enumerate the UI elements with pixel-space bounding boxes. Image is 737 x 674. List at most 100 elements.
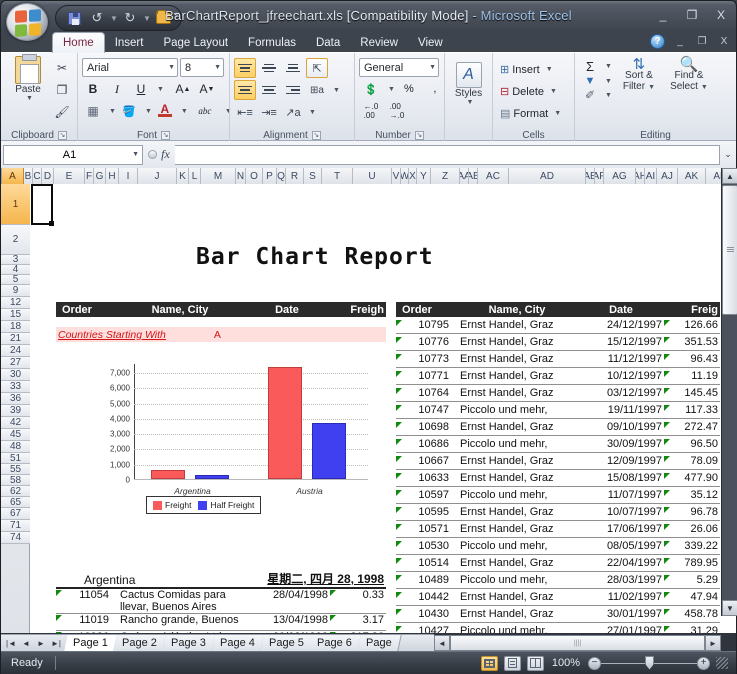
table-row[interactable]: 11054 Cactus Comidas para llevar, Buenos A… xyxy=(56,589,386,614)
font-size-combo[interactable]: 8 ▼ xyxy=(180,58,224,77)
column-header-ah[interactable]: AH xyxy=(636,168,645,184)
tab-review[interactable]: Review xyxy=(350,32,408,53)
table-row[interactable]: 10571 Ernst Handel, Graz 17/06/1997 26.06 xyxy=(396,521,720,538)
column-header-g[interactable]: G xyxy=(94,168,106,184)
bold-button[interactable]: B xyxy=(82,79,104,99)
table-row[interactable]: 10597 Piccolo und mehr, 11/07/1997 35.12 xyxy=(396,487,720,504)
decrease-indent-button[interactable]: ⇤≡ xyxy=(234,102,256,122)
maximize-button[interactable]: ❐ xyxy=(682,6,702,24)
column-header-c[interactable]: C xyxy=(33,168,42,184)
tab-view[interactable]: View xyxy=(408,32,453,53)
row-header-15[interactable]: 15 xyxy=(1,309,30,321)
sheet-tab-page-2[interactable]: Page 2 xyxy=(113,635,167,651)
row-header-58[interactable]: 58 xyxy=(1,475,30,486)
row-header-74[interactable]: 74 xyxy=(1,532,30,544)
column-header-ag[interactable]: AG xyxy=(604,168,636,184)
insert-function-icon[interactable]: fx xyxy=(161,147,170,162)
align-center-button[interactable] xyxy=(258,80,280,100)
column-header-x[interactable]: X xyxy=(409,168,417,184)
sort-filter-button[interactable]: ⇅ Sort & Filter ▼ xyxy=(616,57,662,93)
column-header-ac[interactable]: AC xyxy=(478,168,509,184)
find-select-button[interactable]: 🔍 Find & Select ▼ xyxy=(666,57,712,93)
row-header-36[interactable]: 36 xyxy=(1,393,30,405)
column-header-j[interactable]: J xyxy=(138,168,177,184)
sheet-tab-page-5[interactable]: Page 5 xyxy=(259,635,314,651)
column-header-m[interactable]: M xyxy=(201,168,236,184)
column-header-v[interactable]: V xyxy=(392,168,401,184)
table-row[interactable]: 10986Océano Atlántico Ltda.,Buenos Aires… xyxy=(56,631,386,633)
orientation-button[interactable]: ↗a xyxy=(282,102,304,122)
column-header-ad[interactable]: AD xyxy=(509,168,586,184)
underline-dropdown-icon[interactable]: ▼ xyxy=(154,86,164,93)
page-break-view-button[interactable] xyxy=(526,655,544,671)
scroll-up-button[interactable]: ▲ xyxy=(722,168,737,184)
copy-icon[interactable]: ❐ xyxy=(51,80,73,100)
table-row[interactable]: 10530 Piccolo und mehr, 08/05/1997 339.22 xyxy=(396,538,720,555)
clipboard-dialog-launcher[interactable]: ↘ xyxy=(57,130,67,140)
column-header-s[interactable]: S xyxy=(304,168,322,184)
delete-cells-button[interactable]: ⊟ Delete ▼ xyxy=(497,81,560,102)
clear-button[interactable]: ✐ ▼ xyxy=(579,88,612,102)
column-header-ak[interactable]: AK xyxy=(678,168,706,184)
align-middle-button[interactable] xyxy=(258,58,280,78)
row-header-55[interactable]: 55 xyxy=(1,464,30,475)
format-dropdown-icon[interactable]: ▼ xyxy=(551,110,561,117)
row-header-48[interactable]: 48 xyxy=(1,441,30,453)
active-cell-a1[interactable] xyxy=(31,184,54,226)
table-row[interactable]: 10430 Ernst Handel, Graz 30/01/1997 458.78 xyxy=(396,606,720,623)
wrap-text-button[interactable]: ⇱ xyxy=(306,58,328,78)
zoom-in-button[interactable]: + xyxy=(697,656,710,670)
column-header-a[interactable]: A xyxy=(2,168,24,184)
increase-indent-button[interactable]: ⇥≡ xyxy=(258,102,280,122)
row-header-18[interactable]: 18 xyxy=(1,321,30,333)
minimize-button[interactable]: _ xyxy=(653,6,673,24)
zoom-out-button[interactable]: − xyxy=(588,656,601,670)
sheet-tab-page-3[interactable]: Page 3 xyxy=(162,635,216,651)
table-row[interactable]: 10764 Ernst Handel, Graz 03/12/1997 145.45 xyxy=(396,385,720,402)
scroll-left-button[interactable]: ◄ xyxy=(434,635,450,651)
prev-sheet-button[interactable]: ◄ xyxy=(19,636,33,650)
font-color-icon[interactable]: A xyxy=(154,101,176,121)
fill-color-icon[interactable]: 🪣 xyxy=(118,101,140,121)
select-all-button[interactable] xyxy=(1,168,2,184)
row-header-21[interactable]: 21 xyxy=(1,333,30,345)
cut-icon[interactable]: ✂ xyxy=(51,58,73,78)
row-header-39[interactable]: 39 xyxy=(1,405,30,417)
column-header-d[interactable]: D xyxy=(42,168,54,184)
name-box[interactable]: A1 ▼ xyxy=(3,144,143,165)
number-format-combo[interactable]: General ▼ xyxy=(359,58,439,77)
row-header-12[interactable]: 12 xyxy=(1,297,30,309)
row-header-5[interactable]: 5 xyxy=(1,275,30,285)
tab-insert[interactable]: Insert xyxy=(105,32,154,53)
increase-decimal-button[interactable]: ←.0.00 xyxy=(359,101,383,121)
font-color-dropdown-icon[interactable]: ▼ xyxy=(178,108,188,115)
sheet-tab-page-6[interactable]: Page 6 xyxy=(308,635,362,651)
name-box-dropdown-icon[interactable]: ▼ xyxy=(129,151,139,158)
align-bottom-button[interactable] xyxy=(282,58,304,78)
column-header-n[interactable]: N xyxy=(236,168,246,184)
formula-toggle-icon[interactable] xyxy=(148,150,158,159)
column-header-ai[interactable]: AI xyxy=(645,168,657,184)
formula-input[interactable] xyxy=(175,144,720,165)
sheet-tab-page[interactable]: Page xyxy=(357,635,402,651)
next-sheet-button[interactable]: ► xyxy=(34,636,48,650)
column-header-ae[interactable]: AE xyxy=(586,168,595,184)
row-header-67[interactable]: 67 xyxy=(1,508,30,520)
underline-button[interactable]: U xyxy=(130,79,152,99)
fill-button[interactable]: ▼ ▼ xyxy=(579,75,612,87)
grow-font-button[interactable]: A ▲ xyxy=(172,79,194,99)
column-header-af[interactable]: AF xyxy=(595,168,604,184)
decrease-decimal-button[interactable]: .00 →.0 xyxy=(385,101,409,121)
column-header-ab[interactable]: AB xyxy=(469,168,478,184)
row-header-27[interactable]: 27 xyxy=(1,357,30,369)
table-row[interactable]: 10776 Ernst Handel, Graz 15/12/1997 351.53 xyxy=(396,334,720,351)
insert-dropdown-icon[interactable]: ▼ xyxy=(543,66,553,73)
paste-dropdown-icon[interactable]: ▼ xyxy=(23,95,33,102)
row-header-45[interactable]: 45 xyxy=(1,429,30,441)
table-row[interactable]: 10747 Piccolo und mehr, 19/11/1997 117.33 xyxy=(396,402,720,419)
table-row[interactable]: 11019 Rancho grande, Buenos 13/04/1998 3.17 xyxy=(56,614,386,631)
row-header-4[interactable]: 4 xyxy=(1,265,30,275)
insert-cells-button[interactable]: ⊞ Insert ▼ xyxy=(497,59,556,80)
table-row[interactable]: 10686 Piccolo und mehr, 30/09/1997 96.50 xyxy=(396,436,720,453)
align-left-button[interactable] xyxy=(234,80,256,100)
